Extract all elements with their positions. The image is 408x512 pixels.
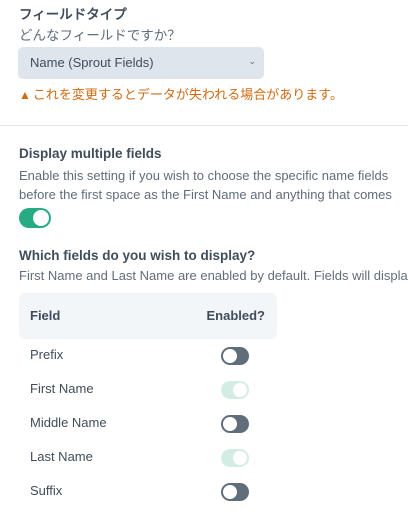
field-type-select[interactable]: Name (Sprout Fields) ⌄ bbox=[18, 47, 264, 79]
field-type-label: フィールドタイプ bbox=[19, 7, 127, 22]
table-row: Prefix bbox=[19, 339, 277, 373]
display-multiple-help-line1: Enable this setting if you wish to choos… bbox=[19, 168, 389, 183]
section-divider bbox=[0, 125, 408, 126]
first-name-toggle bbox=[221, 381, 249, 399]
table-row: Suffix bbox=[19, 475, 277, 509]
which-fields-label: Which fields do you wish to display? bbox=[19, 248, 256, 263]
display-multiple-label: Display multiple fields bbox=[19, 146, 162, 161]
toggle-knob bbox=[223, 349, 237, 363]
column-header-enabled: Enabled? bbox=[206, 308, 265, 323]
chevron-down-icon: ⌄ bbox=[248, 56, 256, 66]
which-fields-help: First Name and Last Name are enabled by … bbox=[19, 268, 408, 283]
field-name: Suffix bbox=[30, 483, 63, 498]
toggle-knob bbox=[223, 417, 237, 431]
field-type-select-value: Name (Sprout Fields) bbox=[30, 55, 154, 70]
toggle-knob bbox=[223, 485, 237, 499]
field-name: Last Name bbox=[30, 449, 93, 464]
middle-name-toggle[interactable] bbox=[221, 415, 249, 433]
table-row: Last Name bbox=[19, 441, 277, 475]
display-multiple-toggle[interactable] bbox=[19, 208, 51, 228]
field-name: Prefix bbox=[30, 347, 64, 362]
last-name-toggle bbox=[221, 449, 249, 467]
table-row: First Name bbox=[19, 373, 277, 407]
field-name: First Name bbox=[30, 381, 94, 396]
column-header-field: Field bbox=[30, 308, 61, 323]
table-row: Middle Name bbox=[19, 407, 277, 441]
display-multiple-help-line2: before the first space as the First Name… bbox=[19, 187, 392, 202]
suffix-toggle[interactable] bbox=[221, 483, 249, 501]
toggle-knob bbox=[233, 451, 247, 465]
toggle-knob bbox=[233, 383, 247, 397]
toggle-knob bbox=[33, 210, 49, 226]
field-type-warning: ▲ これを変更するとデータが失われる場合があります。 bbox=[19, 84, 343, 103]
field-name: Middle Name bbox=[30, 415, 107, 430]
warning-text: これを変更するとデータが失われる場合があります。 bbox=[32, 87, 343, 102]
display-multiple-help: Enable this setting if you wish to choos… bbox=[19, 166, 408, 204]
prefix-toggle[interactable] bbox=[221, 347, 249, 365]
warning-triangle-icon: ▲ bbox=[19, 88, 31, 102]
field-type-help: どんなフィールドですか？ bbox=[19, 28, 181, 43]
fields-table-header: Field Enabled? bbox=[19, 293, 277, 339]
